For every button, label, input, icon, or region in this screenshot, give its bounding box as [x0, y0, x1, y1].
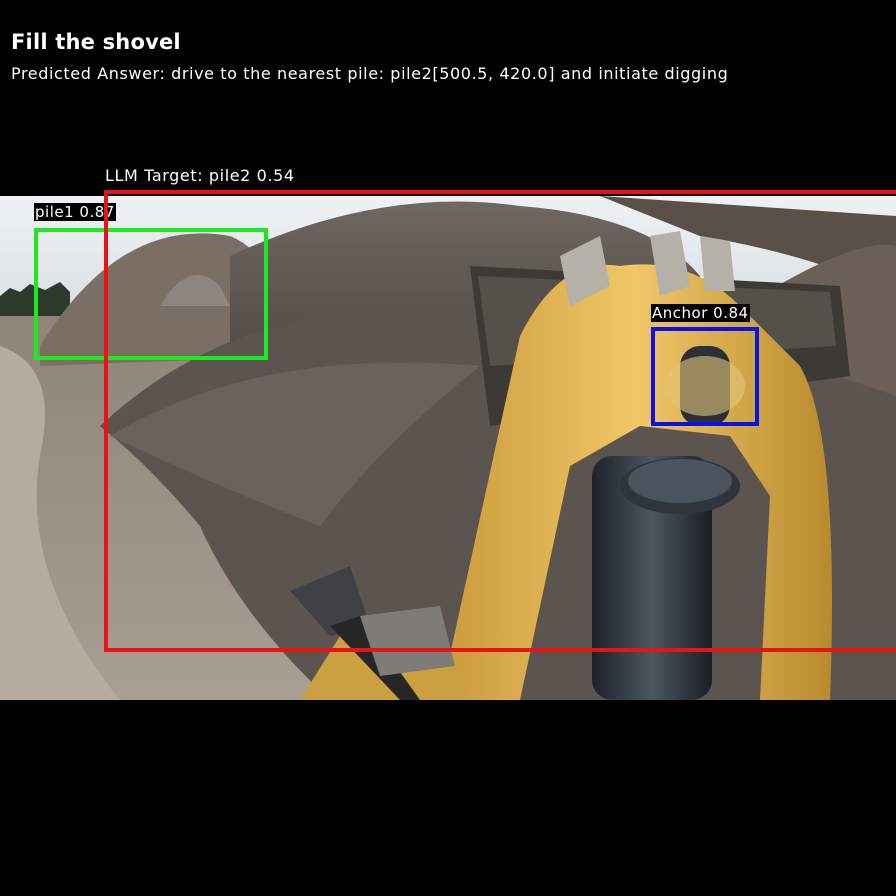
- predicted-answer: Predicted Answer: drive to the nearest p…: [11, 64, 729, 83]
- llm-target-bounding-box: [104, 190, 896, 652]
- task-title: Fill the shovel: [11, 30, 181, 54]
- llm-target-label: LLM Target: pile2 0.54: [105, 166, 295, 185]
- anchor-bounding-box: [651, 327, 759, 426]
- anchor-label: Anchor 0.84: [651, 304, 750, 322]
